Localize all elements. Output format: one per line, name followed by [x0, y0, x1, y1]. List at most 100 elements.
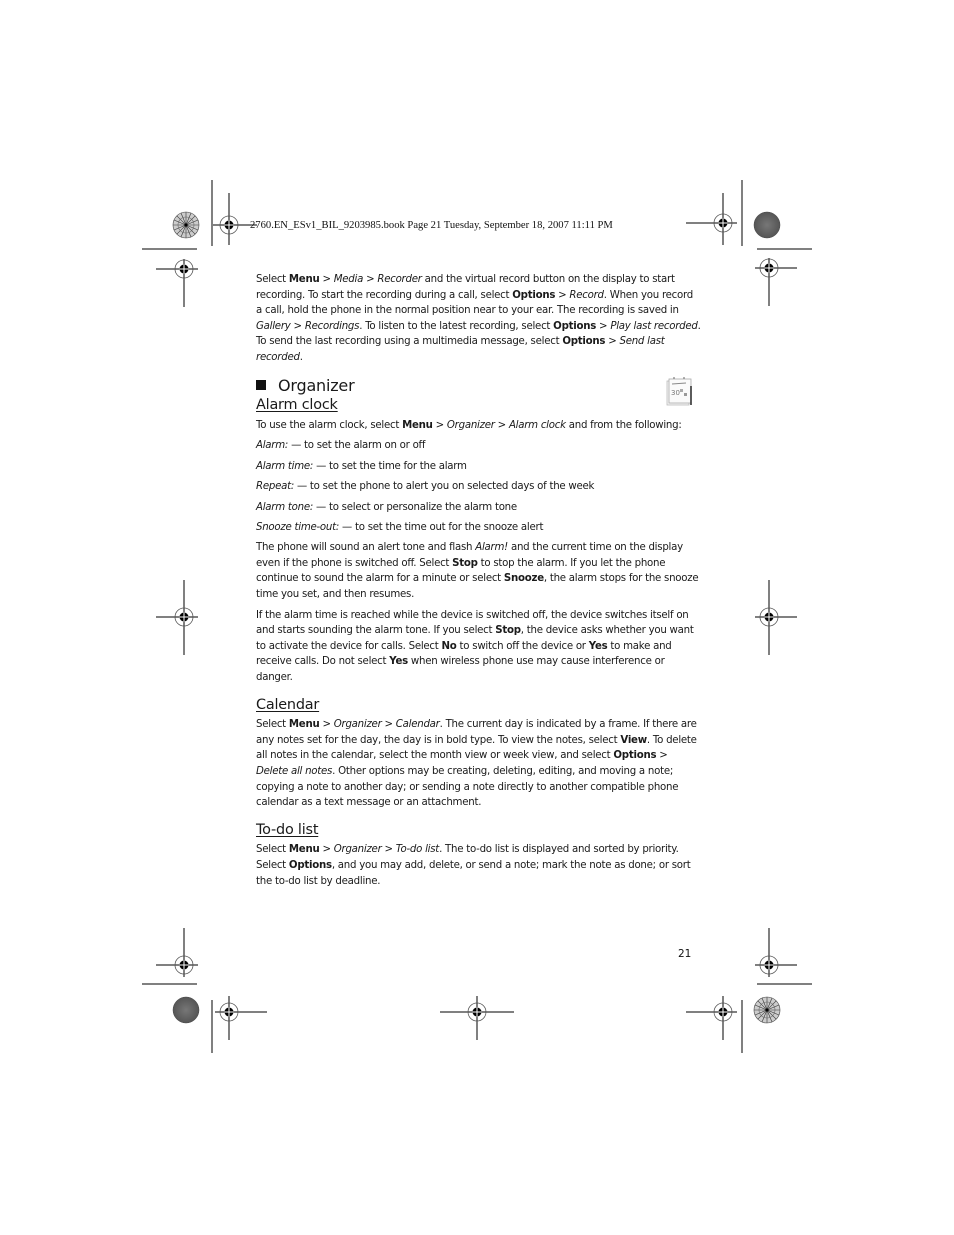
ui-term: Menu: [288, 844, 320, 856]
text-run: The phone will sound an alert tone and f…: [256, 542, 476, 554]
registration-mark: [156, 580, 198, 655]
registration-mark: [686, 193, 737, 245]
section-bullet-icon: [256, 380, 266, 391]
registration-mark: [686, 996, 737, 1040]
gray-target: [172, 996, 200, 1024]
menu-path-term: Calendar: [395, 719, 440, 731]
ui-term: No: [441, 640, 457, 652]
text-run: >: [432, 419, 447, 431]
alarm-behavior-paragraph: The phone will sound an alert tone and f…: [256, 540, 701, 602]
text-run: >: [596, 320, 611, 332]
registration-mark: [156, 928, 198, 977]
ui-term: Stop: [495, 625, 521, 637]
text-run: >: [656, 750, 668, 762]
menu-path-term: Organizer: [446, 419, 495, 431]
list-item: Repeat: — to set the phone to alert you …: [256, 479, 701, 495]
gray-target: [753, 211, 781, 239]
ui-term: View: [620, 734, 647, 746]
todo-heading: To-do list: [256, 821, 319, 838]
text-run: and from the following:: [565, 419, 682, 431]
page-number: 21: [678, 948, 692, 960]
calendar-paragraph: Select Menu > Organizer > Calendar. The …: [256, 717, 701, 811]
svg-text:30: 30: [671, 389, 680, 397]
ui-term: Snooze: [503, 573, 544, 585]
intro-paragraph: Select Menu > Media > Recorder and the v…: [256, 272, 701, 366]
item-desc: — to select or personalize the alarm ton…: [313, 501, 517, 513]
section-title: Organizer: [278, 375, 355, 395]
text-run: . To listen to the latest recording, sel…: [359, 320, 554, 332]
registration-mark: [755, 928, 797, 977]
ui-term: Options: [553, 320, 597, 332]
item-term: Alarm:: [256, 440, 289, 452]
item-term: Snooze time-out:: [256, 521, 340, 533]
menu-path-term: Alarm clock: [508, 419, 566, 431]
text-run: >: [381, 719, 396, 731]
alarm-options-list: Alarm: — to set the alarm on or off Alar…: [256, 438, 701, 535]
ui-term: Yes: [389, 656, 408, 668]
registration-mark: [755, 258, 797, 306]
starburst-target: [172, 211, 200, 239]
menu-path-term: Recordings: [304, 320, 360, 332]
menu-path-term: Record: [569, 289, 604, 301]
text-run: >: [319, 719, 334, 731]
text-run: To use the alarm clock, select: [256, 419, 403, 431]
text-run: >: [290, 320, 305, 332]
starburst-target: [753, 996, 781, 1024]
crop-mark-top-left: [142, 180, 213, 250]
ui-term: Options: [562, 336, 606, 348]
menu-path-term: Organizer: [333, 719, 382, 731]
text-run: .: [299, 351, 303, 363]
text-run: >: [555, 289, 570, 301]
menu-path-term: Play last recorded: [610, 320, 698, 332]
ui-term: Options: [512, 289, 556, 301]
registration-mark: [156, 259, 198, 307]
crop-mark-top-right: [741, 180, 812, 250]
menu-path-term: To-do list: [395, 844, 440, 856]
item-term: Repeat:: [256, 481, 295, 493]
menu-path-term: Gallery: [256, 320, 291, 332]
ui-term: Menu: [288, 274, 320, 285]
text-run: >: [319, 274, 334, 285]
book-header: 2760.EN_ESv1_BIL_9203985.book Page 21 Tu…: [250, 220, 613, 231]
list-item: Alarm time: — to set the time for the al…: [256, 459, 701, 475]
registration-mark: [213, 193, 257, 245]
ui-term: Options: [288, 859, 332, 871]
page-content: Select Menu > Media > Recorder and the v…: [256, 272, 701, 894]
alarm-clock-heading: Alarm clock: [256, 397, 338, 414]
calendar-icon: 30: [666, 377, 692, 406]
section-heading: Organizer: [256, 375, 701, 395]
registration-mark: [755, 580, 797, 655]
item-desc: — to set the time out for the snooze ale…: [339, 521, 544, 533]
text-run: Select: [256, 719, 289, 731]
text-run: >: [381, 844, 396, 856]
alarm-device-off-paragraph: If the alarm time is reached while the d…: [256, 608, 701, 686]
ui-term: Stop: [452, 557, 478, 569]
calendar-heading: Calendar: [256, 696, 320, 713]
menu-path-term: Recorder: [377, 274, 422, 285]
registration-mark: [215, 996, 267, 1040]
text-run: >: [494, 419, 509, 431]
registration-mark: [440, 996, 514, 1040]
text-run: >: [363, 274, 378, 285]
ui-term: Menu: [402, 419, 433, 431]
ui-term: Options: [613, 750, 657, 762]
list-item: Alarm: — to set the alarm on or off: [256, 438, 701, 454]
ui-term: Menu: [288, 719, 320, 731]
menu-path-term: Organizer: [333, 844, 382, 856]
list-item: Alarm tone: — to select or personalize t…: [256, 500, 701, 516]
list-item: Snooze time-out: — to set the time out f…: [256, 520, 701, 536]
todo-paragraph: Select Menu > Organizer > To-do list. Th…: [256, 842, 701, 889]
item-desc: — to set the phone to alert you on selec…: [294, 481, 595, 493]
text-run: >: [319, 844, 334, 856]
text-run: Select: [256, 274, 289, 285]
text-run: Select: [256, 844, 289, 856]
alarm-clock-intro: To use the alarm clock, select Menu > Or…: [256, 418, 701, 434]
menu-path-term: Media: [333, 274, 364, 285]
text-run: >: [605, 336, 620, 348]
item-term: Alarm tone:: [256, 501, 314, 513]
item-desc: — to set the time for the alarm: [313, 460, 467, 472]
menu-path-term: Alarm!: [475, 542, 508, 554]
ui-term: Yes: [588, 640, 608, 652]
item-term: Alarm time:: [256, 460, 314, 472]
item-desc: — to set the alarm on or off: [288, 440, 426, 452]
